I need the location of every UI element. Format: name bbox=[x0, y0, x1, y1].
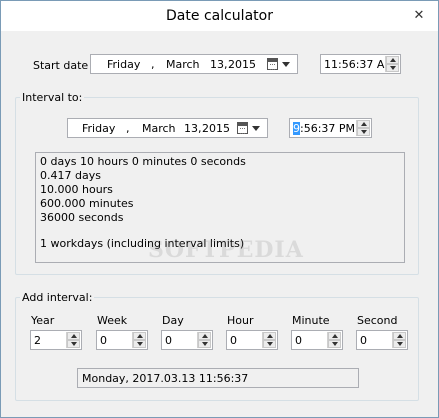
minute-label: Minute bbox=[292, 314, 330, 327]
spin-up-icon[interactable] bbox=[133, 332, 146, 340]
spin-up-icon[interactable] bbox=[328, 332, 341, 340]
end-weekday[interactable]: Friday bbox=[82, 122, 115, 135]
spin-down-icon[interactable] bbox=[386, 64, 399, 72]
day-label: Day bbox=[162, 314, 184, 327]
add-interval-label: Add interval: bbox=[20, 291, 95, 304]
second-label: Second bbox=[357, 314, 398, 327]
day-spinner[interactable] bbox=[197, 332, 211, 348]
spin-down-icon[interactable] bbox=[67, 340, 80, 348]
calendar-icon bbox=[237, 122, 248, 134]
add-interval-result: Monday, 2017.03.13 11:56:37 bbox=[77, 368, 359, 388]
end-time-spinner[interactable] bbox=[356, 120, 370, 136]
start-weekday[interactable]: Friday bbox=[107, 58, 140, 71]
year-value[interactable]: 2 bbox=[34, 334, 41, 347]
window-title: Date calculator bbox=[166, 8, 273, 24]
week-value[interactable]: 0 bbox=[100, 334, 107, 347]
spin-up-icon[interactable] bbox=[67, 332, 80, 340]
year-spinner[interactable] bbox=[66, 332, 80, 348]
year-label: Year bbox=[31, 314, 55, 327]
start-day[interactable]: 13, bbox=[210, 58, 228, 71]
spin-up-icon[interactable] bbox=[386, 56, 399, 64]
chevron-down-icon bbox=[282, 62, 290, 67]
result-line: 0.417 days bbox=[40, 169, 101, 182]
spin-up-icon[interactable] bbox=[393, 332, 406, 340]
add-interval-result-text: Monday, 2017.03.13 11:56:37 bbox=[82, 372, 249, 385]
interval-to-label: Interval to: bbox=[20, 91, 85, 104]
start-sep: , bbox=[151, 58, 155, 71]
end-time-rest[interactable]: :56:37 PM bbox=[300, 122, 355, 135]
watermark: SOFTPEDIA bbox=[148, 237, 304, 263]
second-value[interactable]: 0 bbox=[360, 334, 367, 347]
start-date-label: Start date bbox=[33, 59, 89, 72]
close-icon[interactable]: ✕ bbox=[408, 6, 430, 26]
result-line: 36000 seconds bbox=[40, 211, 124, 224]
week-stepper[interactable]: 0 bbox=[96, 330, 148, 350]
second-spinner[interactable] bbox=[392, 332, 406, 348]
spin-down-icon[interactable] bbox=[133, 340, 146, 348]
hour-value[interactable]: 0 bbox=[230, 334, 237, 347]
hour-spinner[interactable] bbox=[262, 332, 276, 348]
calendar-icon bbox=[267, 58, 278, 70]
start-year[interactable]: 2015 bbox=[228, 58, 256, 71]
week-label: Week bbox=[97, 314, 128, 327]
spin-down-icon[interactable] bbox=[263, 340, 276, 348]
end-date-picker[interactable]: Friday , March 13, 2015 bbox=[67, 118, 268, 138]
chevron-down-icon bbox=[252, 126, 260, 131]
end-sep: , bbox=[126, 122, 130, 135]
spin-down-icon[interactable] bbox=[357, 128, 370, 136]
minute-stepper[interactable]: 0 bbox=[291, 330, 343, 350]
start-month[interactable]: March bbox=[166, 58, 200, 71]
end-time-hour-selected[interactable]: 9 bbox=[293, 122, 300, 135]
start-calendar-dropdown[interactable] bbox=[265, 56, 295, 72]
hour-label: Hour bbox=[227, 314, 254, 327]
title-bar[interactable]: Date calculator ✕ bbox=[1, 1, 438, 31]
hour-stepper[interactable]: 0 bbox=[226, 330, 278, 350]
end-day[interactable]: 13, bbox=[184, 122, 202, 135]
minute-value[interactable]: 0 bbox=[295, 334, 302, 347]
start-time-spinner[interactable] bbox=[385, 56, 399, 72]
spin-down-icon[interactable] bbox=[393, 340, 406, 348]
start-time-value[interactable]: 11:56:37 AM bbox=[324, 58, 394, 71]
day-stepper[interactable]: 0 bbox=[161, 330, 213, 350]
spin-up-icon[interactable] bbox=[198, 332, 211, 340]
spin-down-icon[interactable] bbox=[328, 340, 341, 348]
week-spinner[interactable] bbox=[132, 332, 146, 348]
spin-down-icon[interactable] bbox=[198, 340, 211, 348]
second-stepper[interactable]: 0 bbox=[356, 330, 408, 350]
end-year[interactable]: 2015 bbox=[202, 122, 230, 135]
start-time-picker[interactable]: 11:56:37 AM bbox=[320, 54, 401, 74]
date-calculator-window: Date calculator ✕ Start date Friday , Ma… bbox=[0, 0, 439, 418]
interval-result-box: 0 days 10 hours 0 minutes 0 seconds 0.41… bbox=[35, 152, 405, 263]
result-line: 600.000 minutes bbox=[40, 197, 134, 210]
result-line: 10.000 hours bbox=[40, 183, 113, 196]
end-calendar-dropdown[interactable] bbox=[235, 120, 265, 136]
end-time-picker[interactable]: 9:56:37 PM bbox=[289, 118, 372, 138]
spin-up-icon[interactable] bbox=[263, 332, 276, 340]
client-area: Start date Friday , March 13, 2015 11:56… bbox=[9, 32, 430, 412]
end-month[interactable]: March bbox=[142, 122, 176, 135]
start-date-picker[interactable]: Friday , March 13, 2015 bbox=[90, 54, 298, 74]
spin-up-icon[interactable] bbox=[357, 120, 370, 128]
end-time-value[interactable]: 9:56:37 PM bbox=[293, 122, 355, 135]
minute-spinner[interactable] bbox=[327, 332, 341, 348]
year-stepper[interactable]: 2 bbox=[30, 330, 82, 350]
result-line: 0 days 10 hours 0 minutes 0 seconds bbox=[40, 155, 246, 168]
day-value[interactable]: 0 bbox=[165, 334, 172, 347]
